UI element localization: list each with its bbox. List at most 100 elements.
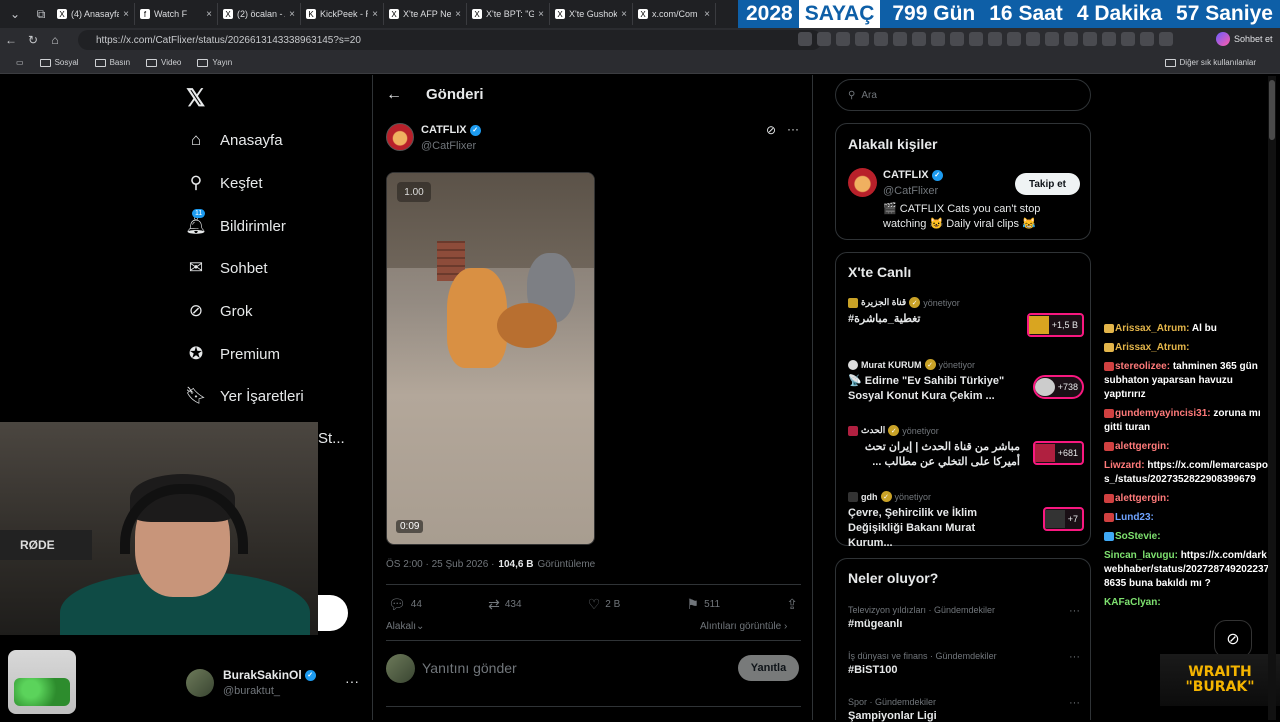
share-button[interactable]: ⇪ xyxy=(786,596,798,613)
reload-icon[interactable]: ↻ xyxy=(22,33,44,47)
reply-button[interactable]: 💬︎ 44 xyxy=(388,596,422,613)
scrollbar-thumb[interactable] xyxy=(1269,80,1275,140)
like-button[interactable]: ♡ 2 B xyxy=(588,596,621,613)
extension-icon[interactable] xyxy=(969,32,983,46)
close-tab-icon[interactable]: × xyxy=(455,9,461,20)
browser-tab-active[interactable]: Xx.com/Com × xyxy=(633,3,716,25)
trend-item[interactable]: Spor · Gündemdekiler Şampiyonlar Ligi ··· xyxy=(848,697,1084,722)
browser-tab[interactable]: f Watch F × xyxy=(135,3,218,25)
extension-icon[interactable] xyxy=(988,32,1002,46)
copilot-chat-button[interactable]: Sohbet et xyxy=(1216,32,1273,46)
extension-icon[interactable] xyxy=(1102,32,1116,46)
live-item[interactable]: gdh ✓ yönetiyor Çevre, Şehircilik ve İklim… xyxy=(848,491,1084,551)
bookmark-folder[interactable]: Video xyxy=(146,58,181,67)
related-name[interactable]: CATFLIX ✓ xyxy=(883,169,943,181)
extension-icon[interactable] xyxy=(1159,32,1173,46)
close-tab-icon[interactable]: × xyxy=(538,9,544,20)
post-button[interactable] xyxy=(318,595,348,631)
live-item[interactable]: Murat KURUM ✓ yönetiyor 📡 Edirne "Ev Sahib… xyxy=(848,359,1084,404)
page-scrollbar[interactable] xyxy=(1268,76,1276,720)
trend-item[interactable]: İş dünyası ve finans · Gündemdekiler #BiS… xyxy=(848,651,1084,676)
extension-icon[interactable] xyxy=(1007,32,1021,46)
bookmark-folder[interactable]: Sosyal xyxy=(39,58,79,67)
sidebar-item-home[interactable]: ⌂ Anasayfa xyxy=(186,130,283,150)
extension-icon[interactable] xyxy=(874,32,888,46)
extension-icon[interactable] xyxy=(817,32,831,46)
browser-tab[interactable]: X(2) öcalan - A× xyxy=(218,3,301,25)
more-options-icon[interactable]: ··· xyxy=(787,122,799,136)
extension-icon[interactable] xyxy=(1045,32,1059,46)
follow-button[interactable]: Takip et xyxy=(1015,173,1080,195)
address-bar[interactable]: https://x.com/CatFlixer/status/202661314… xyxy=(78,30,822,50)
video-player[interactable] xyxy=(386,172,595,545)
post-timestamp[interactable]: ÖS 2:00 · 25 Şub 2026 · xyxy=(386,559,494,570)
sidebar-item-grok[interactable]: ⊘ Grok xyxy=(186,301,253,321)
sidebar-item-messages[interactable]: ✉ Sohbet xyxy=(186,258,268,278)
account-avatar[interactable] xyxy=(186,669,214,697)
bookmarks-menu-icon[interactable]: ▭ xyxy=(16,58,24,67)
close-tab-icon[interactable]: × xyxy=(372,9,378,20)
view-quotes-link[interactable]: Alıntıları görüntüle › xyxy=(700,621,787,632)
browser-tab[interactable]: X X'te BPT: "G × xyxy=(467,3,550,25)
reply-input[interactable]: Yanıtını gönder xyxy=(422,660,517,676)
counter-seconds: 57 Saniye xyxy=(1176,2,1273,25)
close-tab-icon[interactable]: × xyxy=(123,9,129,20)
browser-tab[interactable]: X X'te AFP Nev × xyxy=(384,3,467,25)
back-icon[interactable]: ← xyxy=(0,33,22,47)
extension-icon[interactable] xyxy=(836,32,850,46)
home-icon[interactable]: ⌂ xyxy=(44,33,66,47)
browser-tab[interactable]: K KickPeek - R × xyxy=(301,3,384,25)
search-input[interactable]: ⚲ Ara xyxy=(835,79,1091,111)
related-avatar[interactable] xyxy=(848,168,877,197)
extension-icon[interactable] xyxy=(912,32,926,46)
extension-icon[interactable] xyxy=(1026,32,1040,46)
sidebar-item-explore[interactable]: ⚲ Keşfet xyxy=(186,173,263,193)
extension-icon[interactable] xyxy=(1121,32,1135,46)
bookmark-folder[interactable]: Basın xyxy=(94,58,130,67)
live-item[interactable]: الحدث ✓ yönetiyor مباشر من قناة الحدث | إي… xyxy=(848,425,1084,470)
more-options-icon[interactable]: ··· xyxy=(1069,651,1080,663)
bookmark-folder[interactable]: Yayın xyxy=(197,58,232,67)
extension-icon[interactable] xyxy=(1083,32,1097,46)
close-tab-icon[interactable]: × xyxy=(206,9,212,20)
more-options-icon[interactable]: ··· xyxy=(1069,697,1080,709)
browser-toolbar: ← ↻ ⌂ https://x.com/CatFlixer/status/202… xyxy=(0,28,1280,52)
close-tab-icon[interactable]: × xyxy=(704,9,710,20)
reply-sort-dropdown[interactable]: Alakalı⌄ xyxy=(386,621,424,632)
author-handle[interactable]: @CatFlixer xyxy=(421,140,476,152)
close-tab-icon[interactable]: × xyxy=(289,9,295,20)
close-tab-icon[interactable]: × xyxy=(621,9,627,20)
bookmark-button[interactable]: ⚑ 511 xyxy=(687,596,721,613)
browser-tab[interactable]: X (4) Anasayfa × xyxy=(52,3,135,25)
sidebar-item-bookmarks[interactable]: 🔖︎ Yer İşaretleri xyxy=(185,386,303,406)
premium-icon: ✪ xyxy=(188,344,204,363)
grok-floating-button[interactable]: ⊘ xyxy=(1214,620,1252,658)
extension-icon[interactable] xyxy=(931,32,945,46)
extension-icon[interactable] xyxy=(855,32,869,46)
reply-submit-button[interactable]: Yanıtla xyxy=(738,655,799,681)
extension-icon[interactable] xyxy=(1140,32,1154,46)
more-options-icon[interactable]: ··· xyxy=(1069,605,1080,617)
workspaces-icon[interactable]: ⧉ xyxy=(30,3,52,25)
chat-message: KAFaClyan: xyxy=(1104,597,1161,608)
browser-tab[interactable]: X X'te Gushok × xyxy=(550,3,633,25)
playback-speed-button[interactable]: 1.00 xyxy=(397,182,431,202)
author-avatar[interactable] xyxy=(386,123,414,151)
other-bookmarks[interactable]: Diğer sık kullanılanlar xyxy=(1164,58,1256,67)
repost-button[interactable]: ⇄ 434 xyxy=(488,596,521,613)
extension-icon[interactable] xyxy=(798,32,812,46)
tab-search-icon[interactable]: ⌄ xyxy=(4,3,26,25)
back-arrow-icon[interactable]: ← xyxy=(386,86,402,104)
account-more-icon[interactable]: ··· xyxy=(345,673,359,689)
author-name[interactable]: CATFLIX ✓ xyxy=(421,124,481,136)
sidebar-item-premium[interactable]: ✪ Premium xyxy=(186,344,280,364)
extension-icon[interactable] xyxy=(950,32,964,46)
extension-icon[interactable] xyxy=(1064,32,1078,46)
grok-explain-icon[interactable]: ⊘ xyxy=(766,123,776,137)
x-logo-icon[interactable]: 𝕏 xyxy=(186,84,205,113)
live-item[interactable]: قناة الجزيرة ✓ yönetiyor تغطية_مباشرة# +1,… xyxy=(848,297,1084,337)
trend-item[interactable]: Televizyon yıldızları · Gündemdekiler #mü… xyxy=(848,605,1084,630)
sidebar-item-notifications[interactable]: 🔔︎ 11 Bildirimler xyxy=(185,209,286,236)
account-name[interactable]: BurakSakinOl ✓ xyxy=(223,668,316,682)
extension-icon[interactable] xyxy=(893,32,907,46)
